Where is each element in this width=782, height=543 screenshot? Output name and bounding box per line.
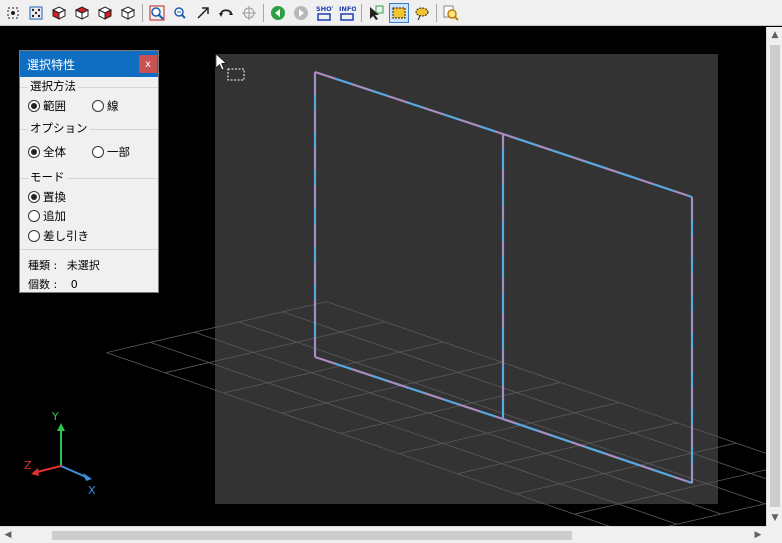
select-cursor-button[interactable] (366, 3, 386, 23)
zoom-window-icon (149, 5, 165, 20)
method-line-radio[interactable]: 線 (92, 98, 119, 114)
select-all-icon (7, 7, 19, 18)
method-range-label: 範囲 (43, 99, 66, 113)
selection-kind: 種類 : 未選択 (28, 257, 100, 273)
horizontal-scrollbar[interactable]: ◀ ▶ (0, 526, 766, 543)
radio-checked-icon (28, 100, 40, 112)
scroll-left-icon[interactable]: ◀ (0, 527, 16, 543)
toolbar: SHOT INFO (0, 0, 782, 26)
selection-count: 個数 : 0 (28, 276, 78, 292)
view-cube-top-icon (97, 5, 113, 20)
toolbar-separator (263, 3, 264, 22)
radio-checked-icon (28, 191, 40, 203)
kind-label: 種類 : (28, 259, 58, 272)
axis-y-label: Y (51, 410, 59, 423)
view-top-button[interactable] (95, 3, 115, 23)
radio-unchecked-icon (92, 100, 104, 112)
rotate-icon (219, 8, 233, 17)
target-button[interactable] (239, 3, 259, 23)
forward-icon (294, 5, 308, 20)
info-icon: INFO (339, 5, 356, 21)
search-zoom-button[interactable] (441, 3, 461, 23)
scroll-right-icon[interactable]: ▶ (750, 527, 766, 543)
mode-replace-label: 置換 (43, 190, 66, 204)
panel-title-bar[interactable]: 選択特性 x (20, 51, 158, 77)
back-button[interactable] (268, 3, 288, 23)
scroll-down-icon[interactable]: ▼ (767, 510, 782, 526)
search-zoom-icon (443, 5, 459, 21)
mode-subtract-label: 差し引き (43, 229, 89, 243)
lasso-select-icon (415, 7, 429, 20)
target-icon (242, 5, 256, 20)
pan-arrow-icon (197, 6, 209, 19)
svg-text:SHOT: SHOT (316, 5, 333, 13)
box-select-icon (392, 7, 406, 18)
info-divider (20, 249, 158, 250)
zoom-window-button[interactable] (147, 3, 167, 23)
view-cube-side-icon (74, 5, 90, 20)
method-range-radio[interactable]: 範囲 (28, 98, 66, 114)
option-group-label: オプション (28, 121, 90, 135)
info-button[interactable]: INFO (337, 3, 357, 23)
toolbar-separator (436, 3, 437, 22)
select-all-button[interactable] (3, 3, 23, 23)
rotate-button[interactable] (216, 3, 236, 23)
kind-value: 未選択 (66, 259, 100, 272)
view-cube-front-icon (51, 5, 67, 20)
toolbar-separator (361, 3, 362, 22)
horizontal-scroll-thumb[interactable] (52, 531, 572, 540)
view-side-button[interactable] (72, 3, 92, 23)
scroll-corner (766, 526, 782, 543)
pan-button[interactable] (193, 3, 213, 23)
zoom-out-button[interactable] (170, 3, 190, 23)
mode-group-label: モード (28, 170, 67, 184)
mode-replace-radio[interactable]: 置換 (28, 189, 66, 205)
shot-button[interactable]: SHOT (314, 3, 334, 23)
app-root: SHOT INFO (0, 0, 782, 543)
view-wire-button[interactable] (118, 3, 138, 23)
toolbar-separator (142, 3, 143, 22)
vertical-scrollbar[interactable]: ▲ ▼ (766, 27, 782, 526)
option-part-label: 一部 (107, 145, 130, 159)
method-group-label: 選択方法 (28, 79, 78, 93)
mode-add-radio[interactable]: 追加 (28, 208, 66, 224)
close-icon: x (145, 58, 151, 70)
radio-unchecked-icon (28, 230, 40, 242)
count-label: 個数 : (28, 278, 58, 291)
vertical-scroll-thumb[interactable] (770, 45, 780, 507)
axis-triad: Y X Z (24, 410, 96, 497)
box-select-button[interactable] (389, 2, 409, 23)
radio-unchecked-icon (28, 210, 40, 222)
back-icon (271, 5, 285, 20)
radio-unchecked-icon (92, 146, 104, 158)
svg-text:INFO: INFO (339, 5, 356, 13)
option-whole-radio[interactable]: 全体 (28, 144, 66, 160)
option-part-radio[interactable]: 一部 (92, 144, 130, 160)
option-whole-label: 全体 (43, 145, 66, 159)
axis-z-label: Z (24, 459, 32, 472)
select-cursor-icon (370, 5, 384, 20)
view-cube-wire-icon (120, 5, 136, 20)
count-value: 0 (70, 278, 78, 291)
zoom-out-icon (174, 6, 186, 19)
shot-icon: SHOT (316, 5, 333, 21)
mode-subtract-radio[interactable]: 差し引き (28, 228, 89, 244)
mode-add-label: 追加 (43, 209, 66, 223)
selection-properties-panel: 選択特性 x 選択方法 範囲 線 オプション 全体 一部 モード 置換 追加 差… (19, 50, 159, 293)
method-line-label: 線 (107, 99, 119, 113)
select-dots-icon (29, 6, 43, 19)
forward-button[interactable] (291, 3, 311, 23)
panel-title: 選択特性 (27, 57, 76, 72)
view-front-button[interactable] (49, 3, 69, 23)
select-dots-button[interactable] (26, 3, 46, 23)
axis-x-label: X (88, 484, 96, 497)
radio-checked-icon (28, 146, 40, 158)
panel-close-button[interactable]: x (139, 55, 157, 73)
lasso-select-button[interactable] (412, 3, 432, 23)
scroll-up-icon[interactable]: ▲ (767, 27, 782, 43)
